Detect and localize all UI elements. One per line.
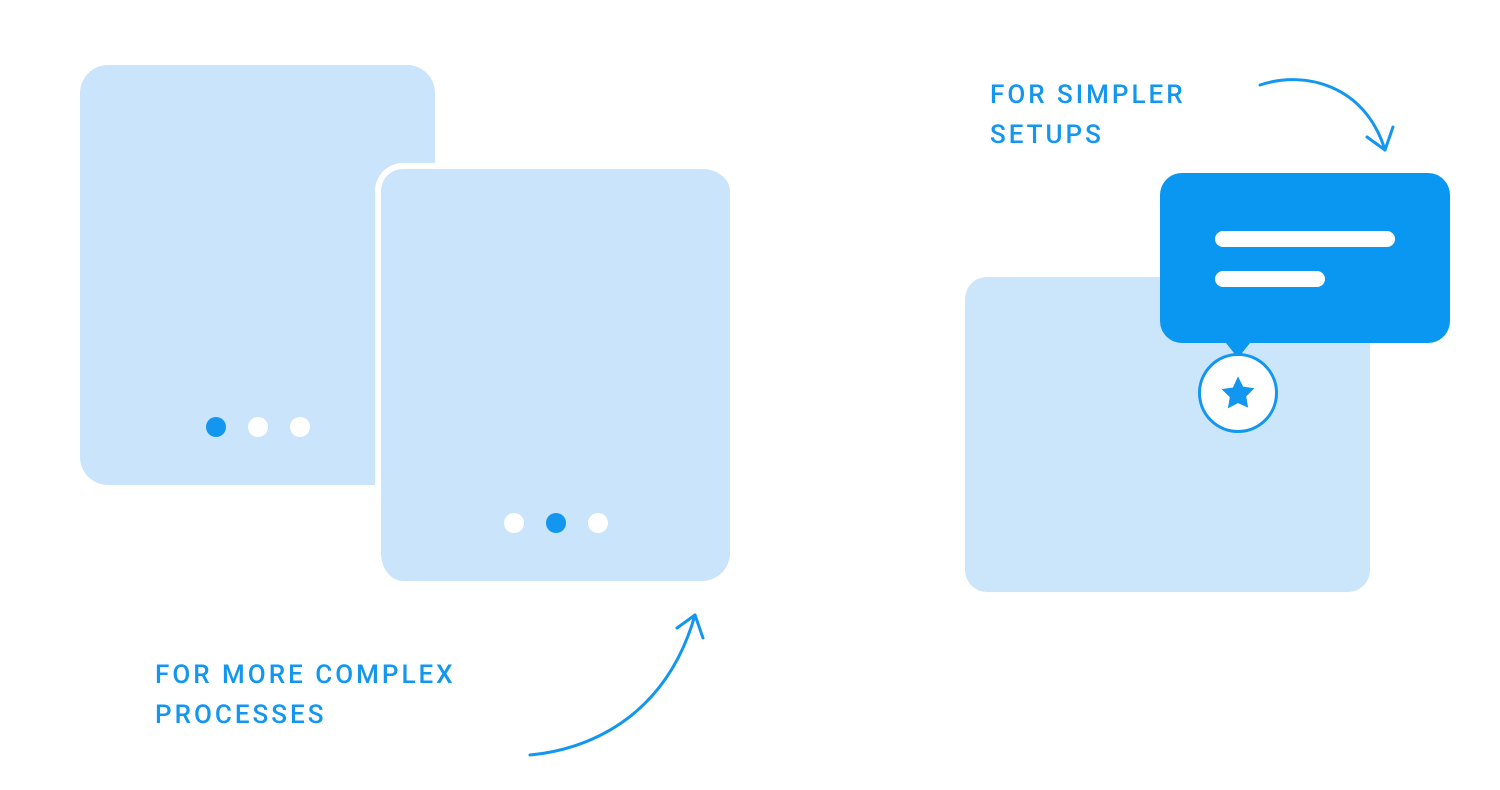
tooltip-text-line <box>1215 231 1395 247</box>
pagination-dots-front <box>504 513 608 533</box>
caption-simple: FOR SIMPLER SETUPS <box>990 75 1250 156</box>
tooltip-card <box>1160 173 1450 343</box>
dot-indicator <box>504 513 524 533</box>
dot-indicator <box>546 513 566 533</box>
modal-card-front <box>375 163 730 581</box>
arrow-up-icon <box>525 600 715 760</box>
dot-indicator <box>248 417 268 437</box>
dot-indicator <box>206 417 226 437</box>
hotspot-badge <box>1198 353 1278 433</box>
tooltip-text-line <box>1215 271 1325 287</box>
dot-indicator <box>588 513 608 533</box>
dot-indicator <box>290 417 310 437</box>
diagram-stage: FOR MORE COMPLEX PROCESSES FOR SIMPLER S… <box>0 0 1500 790</box>
caption-complex: FOR MORE COMPLEX PROCESSES <box>155 655 515 736</box>
arrow-down-icon <box>1255 65 1400 170</box>
star-icon <box>1217 372 1259 414</box>
pagination-dots-back <box>206 417 310 437</box>
